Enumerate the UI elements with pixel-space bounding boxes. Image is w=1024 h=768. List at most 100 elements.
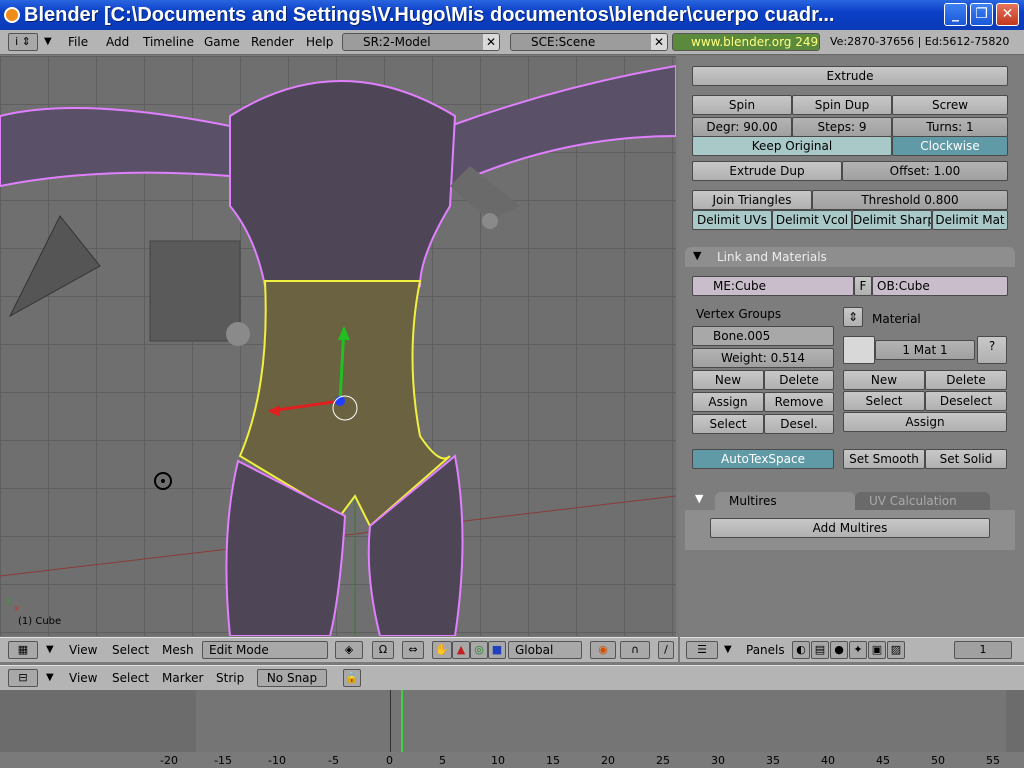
orientation-selector[interactable]: Global <box>508 641 582 659</box>
delimit-sharp-toggle[interactable]: Delimit Sharp <box>852 210 932 230</box>
delimit-vcol-toggle[interactable]: Delimit Vcol <box>772 210 852 230</box>
manipulator-icon[interactable]: ■ <box>488 641 506 659</box>
hand-icon[interactable]: ✋ <box>432 641 452 659</box>
menu-select[interactable]: Select <box>112 643 149 657</box>
add-multires-button[interactable]: Add Multires <box>710 518 990 538</box>
menu-add[interactable]: Add <box>106 35 129 49</box>
falloff-icon[interactable]: ∩ <box>620 641 650 659</box>
scale-icon[interactable]: ◎ <box>470 641 488 659</box>
menu-bar: i ⇕ ▼ File Add Timeline Game Render Help… <box>0 30 1024 55</box>
screw-button[interactable]: Screw <box>892 95 1008 115</box>
mesh-name-field[interactable]: ME:Cube <box>692 276 854 296</box>
vg-remove-button[interactable]: Remove <box>764 392 834 412</box>
object-context-icon[interactable]: ✦ <box>849 641 867 659</box>
fake-user-button[interactable]: F <box>854 276 872 296</box>
mat-assign-button[interactable]: Assign <box>843 412 1007 432</box>
menu-help[interactable]: Help <box>306 35 333 49</box>
weight-field[interactable]: Weight: 0.514 <box>692 348 834 368</box>
object-name-field[interactable]: OB:Cube <box>872 276 1008 296</box>
autotexspace-toggle[interactable]: AutoTexSpace <box>692 449 834 469</box>
editing-context-icon[interactable]: ▣ <box>868 641 886 659</box>
collapse-triangle-icon[interactable]: ▼ <box>695 492 703 505</box>
lock-icon[interactable]: 🔒 <box>343 669 361 687</box>
scene-selector[interactable]: SCE:Scene ✕ <box>510 33 668 51</box>
menu-file[interactable]: File <box>68 35 88 49</box>
screen-delete-icon[interactable]: ✕ <box>483 34 499 50</box>
steps-field[interactable]: Steps: 9 <box>792 117 892 137</box>
extrude-button[interactable]: Extrude <box>692 66 1008 86</box>
set-solid-button[interactable]: Set Solid <box>925 449 1007 469</box>
grid-window-type-icon[interactable]: ▦ <box>8 641 38 659</box>
tab-multires[interactable]: Multires <box>715 492 855 510</box>
clockwise-toggle[interactable]: Clockwise <box>892 136 1008 156</box>
menu-strip[interactable]: Strip <box>216 671 244 685</box>
mat-deselect-button[interactable]: Deselect <box>925 391 1007 411</box>
current-frame-line[interactable] <box>401 690 403 752</box>
material-color-swatch[interactable] <box>843 336 875 364</box>
scene-delete-icon[interactable]: ✕ <box>651 34 667 50</box>
menu-view[interactable]: View <box>69 643 97 657</box>
mat-select-button[interactable]: Select <box>843 391 925 411</box>
menu-view[interactable]: View <box>69 671 97 685</box>
keep-original-toggle[interactable]: Keep Original <box>692 136 892 156</box>
proportional-edit-icon[interactable]: ◉ <box>590 641 616 659</box>
mat-new-button[interactable]: New <box>843 370 925 390</box>
draw-type-icon[interactable]: ◈ <box>335 641 363 659</box>
threshold-field[interactable]: Threshold 0.800 <box>812 190 1008 210</box>
delimit-uvs-toggle[interactable]: Delimit UVs <box>692 210 772 230</box>
rotate-icon[interactable]: ▲ <box>452 641 470 659</box>
vg-delete-button[interactable]: Delete <box>764 370 834 390</box>
menu-mesh[interactable]: Mesh <box>162 643 194 657</box>
mat-delete-button[interactable]: Delete <box>925 370 1007 390</box>
spin-button[interactable]: Spin <box>692 95 792 115</box>
menu-game[interactable]: Game <box>204 35 240 49</box>
logic-context-icon[interactable]: ◐ <box>792 641 810 659</box>
spin-dup-button[interactable]: Spin Dup <box>792 95 892 115</box>
render-icon[interactable]: / <box>658 641 674 659</box>
menu-select[interactable]: Select <box>112 671 149 685</box>
material-help-button[interactable]: ? <box>977 336 1007 364</box>
minimize-button[interactable]: _ <box>944 3 967 26</box>
collapse-menu-icon[interactable]: ▼ <box>724 644 732 655</box>
info-window-type-icon[interactable]: i ⇕ <box>8 33 38 51</box>
link-materials-header[interactable]: ▼ Link and Materials <box>685 247 1015 267</box>
screen-selector[interactable]: SR:2-Model ✕ <box>342 33 500 51</box>
vertex-group-field[interactable]: Bone.005 <box>692 326 834 346</box>
collapse-menu-icon[interactable]: ▼ <box>44 36 52 47</box>
offset-field[interactable]: Offset: 1.00 <box>842 161 1008 181</box>
vg-assign-button[interactable]: Assign <box>692 392 764 412</box>
pivot-icon[interactable]: Ω <box>372 641 394 659</box>
frame-field[interactable]: 1 <box>954 641 1012 659</box>
collapse-menu-icon[interactable]: ▼ <box>46 672 54 683</box>
3d-viewport[interactable]: (1) Cube x y <box>0 56 676 636</box>
tab-uv-calculation[interactable]: UV Calculation <box>855 492 990 510</box>
scene-context-icon[interactable]: ▨ <box>887 641 905 659</box>
delimit-mat-toggle[interactable]: Delimit Mat <box>932 210 1008 230</box>
turns-field[interactable]: Turns: 1 <box>892 117 1008 137</box>
timeline-window-type-icon[interactable]: ⊟ <box>8 669 38 687</box>
panels-menu[interactable]: Panels <box>746 643 785 657</box>
maximize-button[interactable]: ❐ <box>970 3 993 26</box>
shading-context-icon[interactable]: ● <box>830 641 848 659</box>
snap-selector[interactable]: No Snap <box>257 669 327 687</box>
script-context-icon[interactable]: ▤ <box>811 641 829 659</box>
set-smooth-button[interactable]: Set Smooth <box>843 449 925 469</box>
material-index-field[interactable]: 1 Mat 1 <box>875 340 975 360</box>
vg-desel-button[interactable]: Desel. <box>764 414 834 434</box>
menu-timeline[interactable]: Timeline <box>143 35 194 49</box>
collapse-menu-icon[interactable]: ▼ <box>46 644 54 655</box>
join-triangles-button[interactable]: Join Triangles <box>692 190 812 210</box>
material-browse-icon[interactable]: ⇕ <box>843 307 863 327</box>
close-button[interactable]: ✕ <box>996 3 1019 26</box>
vg-new-button[interactable]: New <box>692 370 764 390</box>
mode-selector[interactable]: Edit Mode <box>202 641 328 659</box>
menu-render[interactable]: Render <box>251 35 294 49</box>
extrude-dup-button[interactable]: Extrude Dup <box>692 161 842 181</box>
move-icon[interactable]: ⇔ <box>402 641 424 659</box>
vg-select-button[interactable]: Select <box>692 414 764 434</box>
menu-marker[interactable]: Marker <box>162 671 203 685</box>
degr-field[interactable]: Degr: 90.00 <box>692 117 792 137</box>
buttons-window-type-icon[interactable]: ☰ <box>686 641 718 659</box>
collapse-triangle-icon[interactable]: ▼ <box>693 249 701 262</box>
timeline-area[interactable] <box>0 690 1024 768</box>
